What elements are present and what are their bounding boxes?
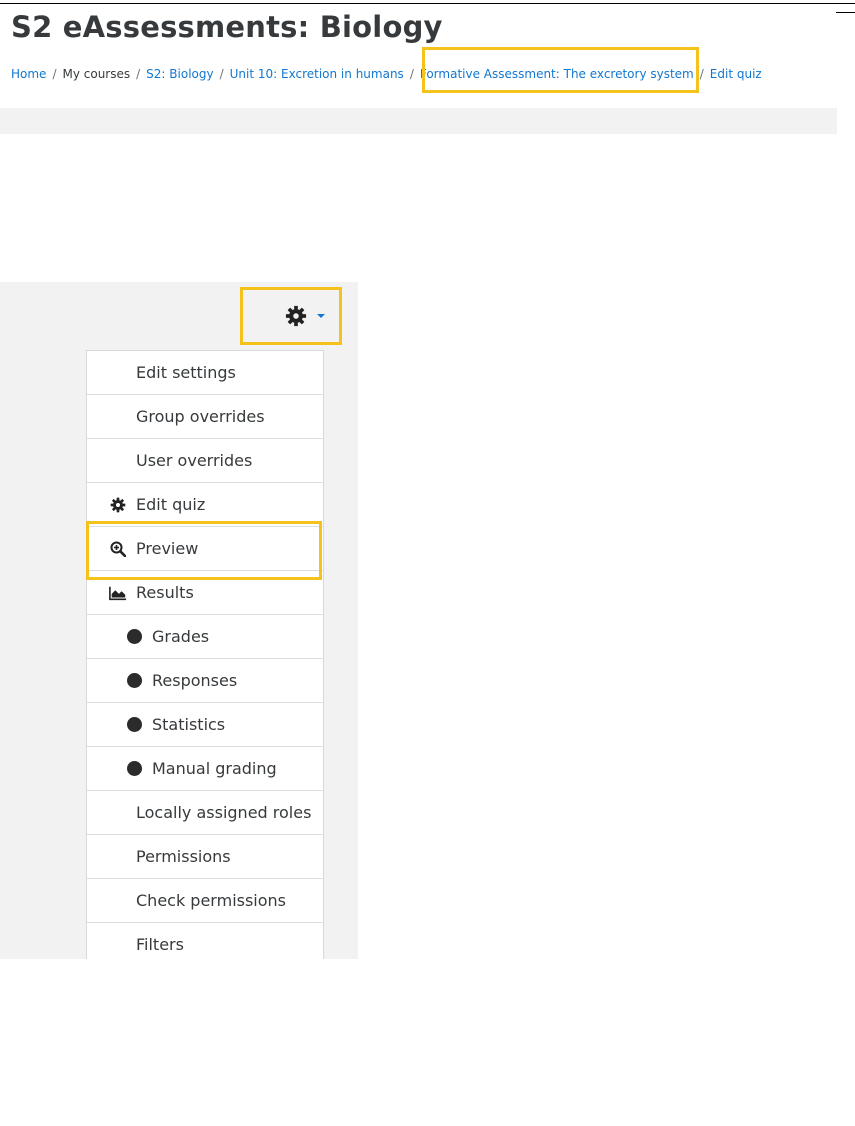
menu-item-label: Group overrides [136,407,265,426]
bullet-icon [127,629,142,644]
menu-item-label: Preview [136,539,199,558]
menu-item-responses[interactable]: Responses [87,659,323,703]
breadcrumb-my-courses: My courses [62,67,131,81]
bullet-icon [127,717,142,732]
area-chart-icon [109,585,127,601]
actions-menu-button[interactable] [240,287,342,345]
menu-item-statistics[interactable]: Statistics [87,703,323,747]
breadcrumb-separator: / [52,67,57,81]
menu-item-label: Responses [152,671,238,690]
menu-item-permissions[interactable]: Permissions [87,835,323,879]
menu-item-preview[interactable]: Preview [87,527,323,571]
menu-item-check-permissions[interactable]: Check permissions [87,879,323,923]
highlight-box-breadcrumb [422,47,699,93]
breadcrumb-separator: / [136,67,141,81]
menu-item-label: Grades [152,627,210,646]
magnify-icon [109,541,127,557]
menu-item-user-overrides[interactable]: User overrides [87,439,323,483]
menu-item-manual-grading[interactable]: Manual grading [87,747,323,791]
menu-item-grades[interactable]: Grades [87,615,323,659]
breadcrumb-course[interactable]: S2: Biology [146,67,213,81]
menu-item-label: Edit quiz [136,495,206,514]
top-rule [0,3,855,4]
settings-dropdown-menu: Edit settings Group overrides User overr… [86,350,324,959]
gear-icon [109,497,127,513]
breadcrumb-unit[interactable]: Unit 10: Excretion in humans [230,67,404,81]
menu-item-label: Results [136,583,194,602]
menu-item-label: Edit settings [136,363,236,382]
bullet-icon [127,761,142,776]
breadcrumb-separator: / [409,67,414,81]
menu-item-label: Filters [136,935,184,954]
menu-item-group-overrides[interactable]: Group overrides [87,395,323,439]
header-divider-band [0,108,837,134]
breadcrumb-home[interactable]: Home [11,67,46,81]
gear-icon [285,305,307,327]
menu-item-filters[interactable]: Filters [87,923,323,959]
breadcrumb-edit-quiz[interactable]: Edit quiz [710,67,762,81]
menu-item-edit-settings[interactable]: Edit settings [87,351,323,395]
menu-item-locally-assigned-roles[interactable]: Locally assigned roles [87,791,323,835]
menu-item-label: Permissions [136,847,231,866]
menu-item-label: User overrides [136,451,253,470]
menu-item-label: Locally assigned roles [136,803,312,822]
top-rule-tick [836,12,855,13]
page-title: S2 eAssessments: Biology [11,10,443,44]
breadcrumb-separator: / [699,67,704,81]
breadcrumb-separator: / [219,67,224,81]
menu-item-edit-quiz[interactable]: Edit quiz [87,483,323,527]
menu-item-label: Manual grading [152,759,277,778]
menu-item-label: Check permissions [136,891,287,910]
caret-down-icon [317,314,325,318]
bullet-icon [127,673,142,688]
menu-item-label: Statistics [152,715,226,734]
menu-item-results[interactable]: Results [87,571,323,615]
